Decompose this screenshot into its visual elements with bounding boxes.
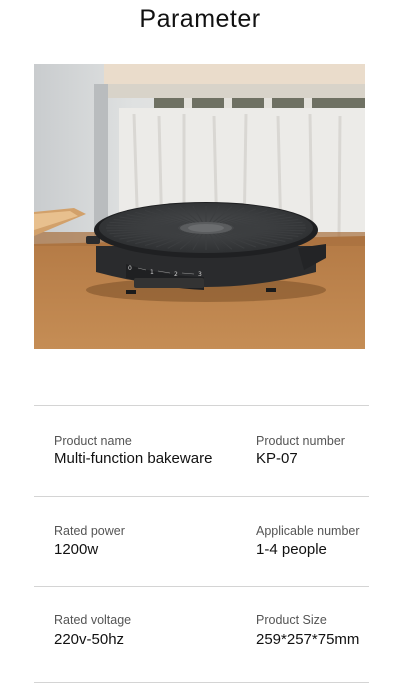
spec-label-rated-voltage: Rated voltage [54,613,132,627]
spec-value-product-number: KP-07 [256,450,298,467]
spec-label-product-size: Product Size [256,613,327,627]
dial-mark-1: 1 [150,269,154,276]
divider-top [34,405,369,406]
spec-value-applicable-number: 1-4 people [256,541,327,558]
dial-mark-0: 0 [128,265,132,272]
divider-row-1 [34,496,369,497]
spec-value-rated-power: 1200w [54,541,99,558]
dial-mark-3: 3 [198,271,202,278]
spec-label-product-number: Product number [256,434,345,448]
dial-mark-2: 2 [174,271,178,278]
spec-label-rated-power: Rated power [54,524,125,538]
product-photo: 0 1 2 3 [34,64,365,349]
spec-label-applicable-number: Applicable number [256,524,360,538]
divider-row-2 [34,586,369,587]
spec-label-product-name: Product name [54,434,132,448]
spec-value-product-name: Multi-function bakeware [54,450,213,467]
spec-value-rated-voltage: 220v-50hz [54,631,125,648]
spec-value-product-size: 259*257*75mm [256,631,360,648]
page-title: Parameter [139,5,261,33]
divider-bottom [34,682,369,683]
